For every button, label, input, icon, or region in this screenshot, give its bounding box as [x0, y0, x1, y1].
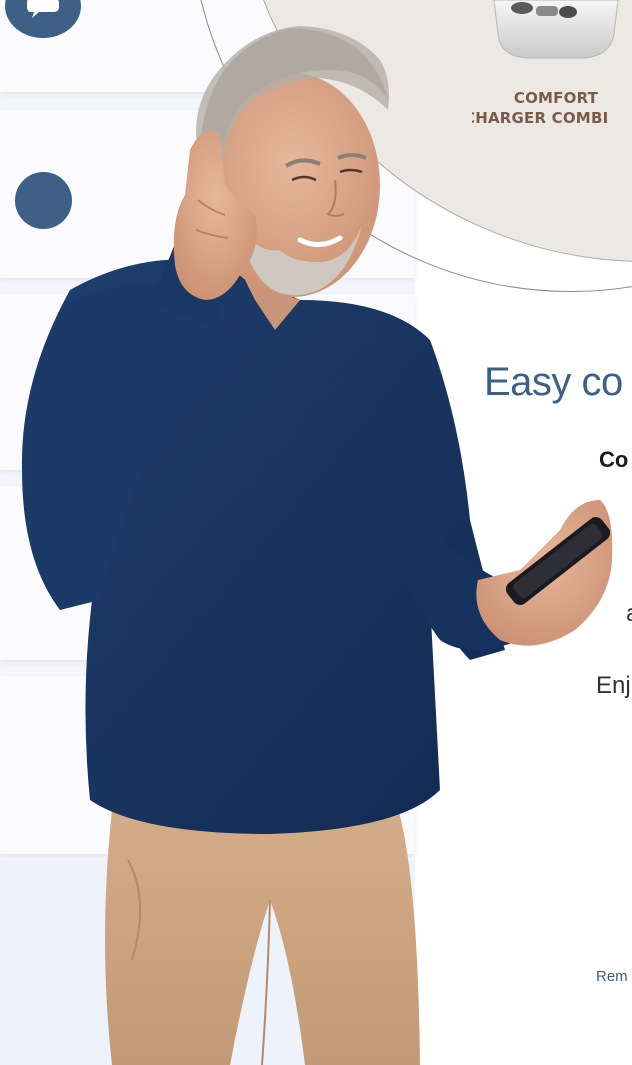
panel-strip [0, 486, 415, 660]
panel-strip [0, 676, 415, 854]
speech-bubble-icon [27, 0, 59, 18]
charger-image [493, 0, 619, 59]
section-heading: Easy co [484, 360, 623, 404]
body-text-fragment: Enj [596, 672, 631, 699]
body-text-fragment: a [626, 600, 632, 628]
circle-dot-icon[interactable] [15, 172, 72, 229]
product-label: COMFORT CHARGER COMBI [472, 88, 632, 128]
page: COMFORT CHARGER COMBI Easy co Co a Enj R… [0, 0, 632, 1065]
product-label-line1: COMFORT [513, 89, 599, 107]
section-subheading: Co [599, 447, 629, 472]
footnote-text: Rem [596, 968, 628, 985]
panel-strip [0, 294, 415, 470]
panel-footer [0, 860, 415, 1065]
product-label-line2: CHARGER COMBI [472, 109, 609, 127]
